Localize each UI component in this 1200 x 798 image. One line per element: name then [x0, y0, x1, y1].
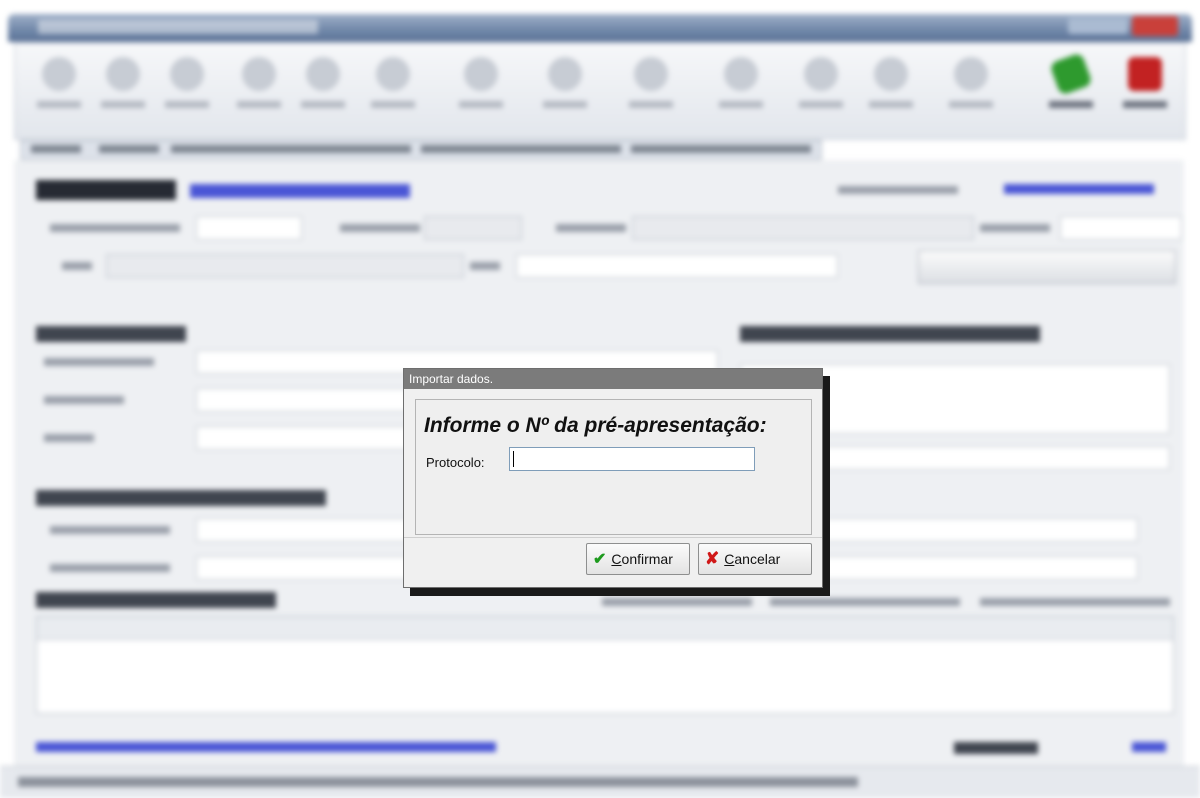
- section-heading: [36, 180, 176, 200]
- dialog-titlebar: Importar dados.: [404, 369, 822, 389]
- toolbar-button: [715, 57, 767, 121]
- dialog-title: Importar dados.: [409, 372, 494, 386]
- toolbar-button: [945, 57, 997, 121]
- toolbar-button: [161, 57, 213, 121]
- toolbar-button: [795, 57, 847, 121]
- window-close-button: [1132, 16, 1178, 36]
- window-titlebar: [8, 14, 1192, 42]
- toolbar-button: [455, 57, 507, 121]
- link-text: [36, 742, 496, 752]
- status-bar: [0, 766, 1200, 798]
- toolbar-button: [33, 57, 85, 121]
- toolbar-button: [539, 57, 591, 121]
- window-title: [38, 20, 318, 34]
- toolbar-ok-button: [1045, 52, 1097, 121]
- dialog-panel: Informe o Nº da pré-apresentação: Protoc…: [415, 399, 812, 535]
- total-value: [1132, 742, 1166, 752]
- services-grid: [36, 616, 1174, 714]
- window-controls: [1068, 18, 1128, 34]
- protocol-input[interactable]: [509, 447, 755, 471]
- link-text: [1004, 184, 1154, 194]
- toolbar: [14, 42, 1186, 140]
- toolbar-button: [97, 57, 149, 121]
- text-caret: [513, 451, 514, 467]
- x-icon: ✘: [705, 549, 720, 568]
- toolbar-cancel-button: [1119, 57, 1171, 121]
- section-heading: [36, 592, 276, 608]
- section-heading: [36, 326, 186, 342]
- dialog-prompt: Informe o Nº da pré-apresentação:: [424, 414, 767, 437]
- confirm-button[interactable]: ✔ Confirmar: [586, 543, 690, 575]
- import-data-dialog: Importar dados. Informe o Nº da pré-apre…: [403, 368, 823, 588]
- tab-strip: [20, 140, 822, 160]
- toolbar-button: [233, 57, 285, 121]
- toolbar-button: [297, 57, 349, 121]
- check-icon: ✔: [593, 551, 607, 568]
- protocol-label: Protocolo:: [426, 455, 485, 470]
- cancel-button[interactable]: ✘ Cancelar: [698, 543, 812, 575]
- toolbar-button: [625, 57, 677, 121]
- link-text: [190, 184, 410, 198]
- section-heading: [36, 490, 326, 506]
- toolbar-button: [367, 57, 419, 121]
- confirm-label: Confirmar: [611, 551, 673, 567]
- cancel-label: Cancelar: [724, 551, 781, 567]
- dialog-divider: [404, 537, 822, 538]
- section-heading: [740, 326, 1040, 342]
- toolbar-button: [865, 57, 917, 121]
- total-label: [954, 742, 1038, 754]
- label: [838, 186, 958, 194]
